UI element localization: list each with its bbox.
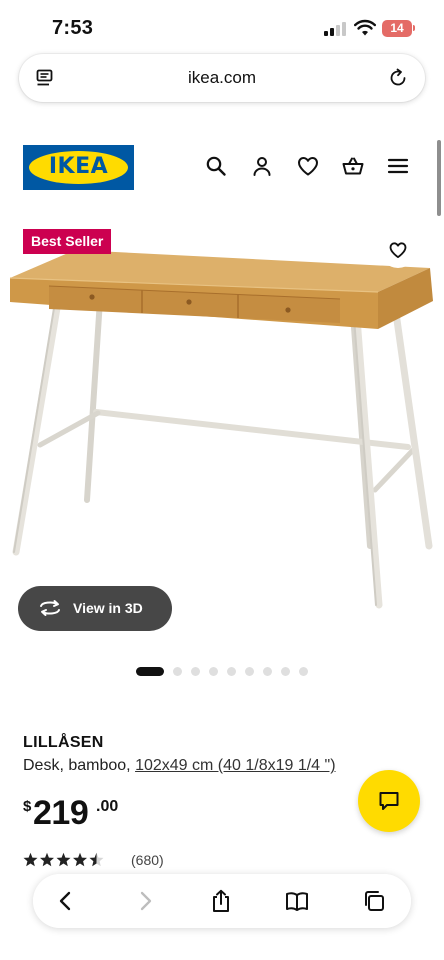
back-icon[interactable] (54, 889, 78, 913)
signal-icon (324, 22, 346, 36)
chat-button[interactable] (358, 770, 420, 832)
product-image[interactable] (0, 228, 444, 648)
forward-icon[interactable] (133, 889, 157, 913)
account-icon[interactable] (250, 154, 274, 178)
favorite-button[interactable] (380, 232, 416, 268)
carousel-dots[interactable] (0, 667, 444, 677)
battery-nub (413, 25, 415, 31)
address-bar[interactable]: ikea.com (19, 54, 425, 102)
star-icon (56, 852, 71, 867)
ikea-logo[interactable]: IKEA (23, 145, 134, 190)
status-bar: 7:53 14 (0, 0, 444, 54)
chat-icon (379, 792, 399, 810)
battery-level: 14 (390, 21, 404, 35)
star-icon (40, 852, 54, 867)
battery-icon: 14 (382, 20, 412, 37)
product-name[interactable]: LILLÅSEN (23, 734, 104, 752)
star-icon (89, 852, 104, 867)
carousel-dot[interactable] (299, 667, 308, 676)
tabs-icon[interactable] (362, 889, 386, 913)
reload-icon[interactable] (387, 67, 409, 89)
heart-icon[interactable] (388, 240, 408, 260)
menu-icon[interactable] (386, 154, 410, 178)
review-count[interactable]: (680) (131, 852, 164, 868)
view-in-3d-button[interactable]: View in 3D (18, 586, 172, 631)
carousel-dot[interactable] (136, 667, 164, 676)
view-in-3d-label: View in 3D (73, 600, 143, 616)
carousel-dot[interactable] (191, 667, 200, 676)
carousel-dot[interactable] (227, 667, 236, 676)
price-currency: $ (23, 798, 32, 815)
rotate-3d-icon (40, 600, 60, 616)
cart-icon[interactable] (341, 154, 365, 178)
status-time: 7:53 (52, 17, 94, 39)
wifi-icon (354, 19, 376, 36)
scroll-indicator[interactable] (437, 140, 441, 216)
browser-toolbar (33, 874, 411, 928)
carousel-dot[interactable] (173, 667, 182, 676)
carousel-dot[interactable] (209, 667, 218, 676)
logo-text: IKEA (48, 154, 109, 179)
heart-icon[interactable] (296, 154, 320, 178)
carousel-dot[interactable] (263, 667, 272, 676)
star-icon (23, 852, 38, 867)
search-icon[interactable] (204, 154, 228, 178)
address-url[interactable]: ikea.com (19, 68, 425, 88)
product-size-link[interactable]: 102x49 cm (40 1/8x19 1/4 ") (135, 757, 335, 774)
product-type: Desk, bamboo, (23, 757, 136, 774)
carousel-dot[interactable] (281, 667, 290, 676)
rating-stars[interactable] (23, 851, 127, 869)
best-seller-badge: Best Seller (23, 229, 112, 254)
product-description: Desk, bamboo, 102x49 cm (40 1/8x19 1/4 "… (23, 757, 336, 775)
price-cents: .00 (96, 798, 119, 815)
price-whole: 219 (33, 794, 89, 832)
bookmarks-icon[interactable] (285, 889, 309, 913)
star-icon (73, 852, 87, 867)
share-icon[interactable] (209, 889, 233, 913)
carousel-dot[interactable] (245, 667, 254, 676)
